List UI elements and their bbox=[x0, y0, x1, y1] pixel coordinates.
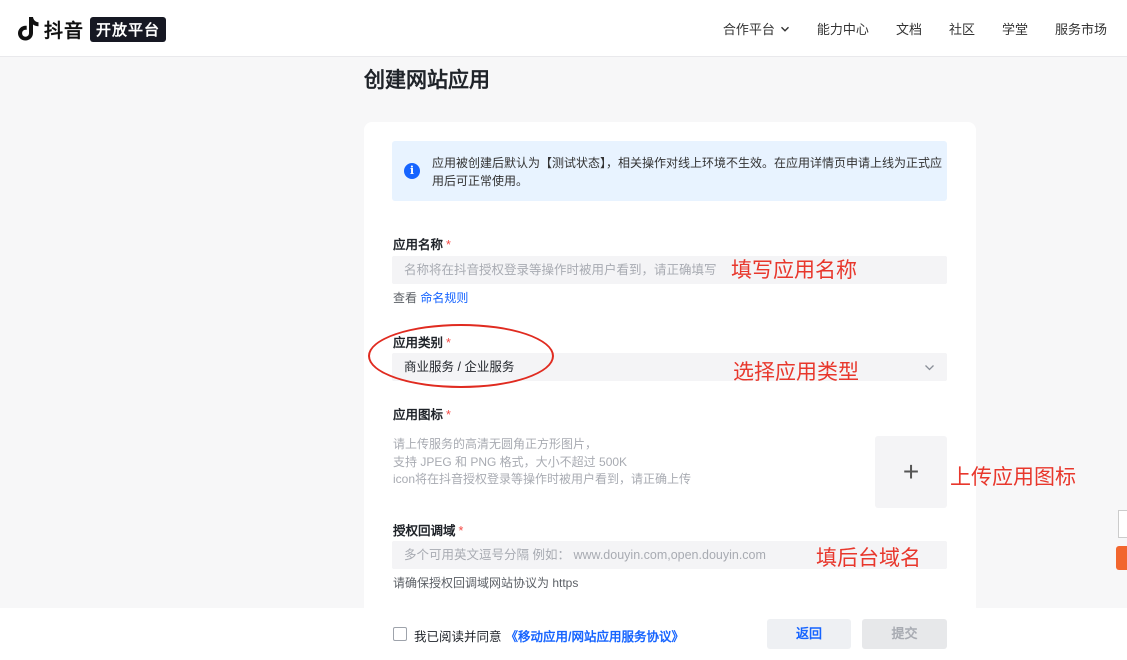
nav-item-service-market[interactable]: 服务市场 bbox=[1055, 19, 1107, 38]
agreement-text: 我已阅读并同意 《移动应用/网站应用服务协议》 bbox=[414, 626, 684, 645]
nav-item-label: 合作平台 bbox=[722, 22, 775, 37]
highlight-ellipse bbox=[368, 324, 554, 388]
callback-domain-label: 授权回调域 * bbox=[393, 520, 463, 539]
app-icon-label-text: 应用图标 bbox=[393, 408, 444, 422]
naming-rules-link[interactable]: 命名规则 bbox=[420, 291, 468, 305]
app-icon-hint-line: 支持 JPEG 和 PNG 格式，大小不超过 500K bbox=[393, 454, 628, 469]
callback-domain-hint: 请确保授权回调域网站协议为 https bbox=[393, 576, 579, 590]
notice-text: 应用被创建后默认为【测试状态】，相关操作对线上环境不生效。在应用详情页申请上线为… bbox=[432, 156, 943, 188]
feedback-icon[interactable] bbox=[1116, 546, 1127, 570]
back-button[interactable]: 返回 bbox=[767, 619, 851, 649]
annotation-fill-domain: 填后台域名 bbox=[816, 547, 921, 570]
annotation-choose-type: 选择应用类型 bbox=[733, 361, 859, 384]
main-nav: 合作平台 能力中心 文档 社区 学堂 服务市场 bbox=[696, 0, 1107, 57]
plus-icon: + bbox=[902, 456, 920, 487]
naming-rules-hint: 查看 命名规则 bbox=[393, 289, 468, 306]
chevron-down-icon bbox=[925, 365, 934, 371]
logo-text: 抖音 bbox=[44, 20, 85, 42]
app-name-input[interactable]: 名称将在抖音授权登录等操作时被用户看到，请正确填写 bbox=[392, 256, 947, 284]
chevron-down-icon bbox=[780, 26, 789, 32]
agree-label: 我已阅读并同意 bbox=[414, 630, 502, 644]
douyin-open-platform-logo[interactable]: 抖音 开放平台 bbox=[16, 14, 167, 44]
page-title: 创建网站应用 bbox=[364, 69, 490, 92]
app-icon-hint-line: 请上传服务的高清无圆角正方形图片， bbox=[393, 437, 598, 451]
naming-rules-prefix: 查看 bbox=[393, 291, 418, 305]
app-icon-hint-line: icon将在抖音授权登录等操作时被用户看到，请正确上传 bbox=[393, 472, 692, 486]
app-name-label-text: 应用名称 bbox=[393, 238, 444, 252]
required-mark: * bbox=[446, 238, 451, 252]
nav-item-label: 文档 bbox=[895, 22, 922, 37]
nav-item-community[interactable]: 社区 bbox=[949, 19, 975, 38]
test-status-notice: i 应用被创建后默认为【测试状态】，相关操作对线上环境不生效。在应用详情页申请上… bbox=[392, 141, 947, 201]
logo-badge: 开放平台 bbox=[90, 16, 167, 42]
submit-button[interactable]: 提交 bbox=[862, 619, 947, 649]
annotation-fill-name: 填写应用名称 bbox=[731, 259, 857, 282]
nav-item-label: 学堂 bbox=[1001, 22, 1028, 37]
app-icon-hint: 请上传服务的高清无圆角正方形图片， 支持 JPEG 和 PNG 格式，大小不超过… bbox=[393, 436, 691, 489]
nav-item-label: 服务市场 bbox=[1054, 22, 1107, 37]
nav-item-label: 能力中心 bbox=[816, 22, 869, 37]
service-agreement-link[interactable]: 《移动应用/网站应用服务协议》 bbox=[506, 630, 684, 644]
nav-item-academy[interactable]: 学堂 bbox=[1002, 19, 1028, 38]
nav-item-partner-platform[interactable]: 合作平台 bbox=[723, 19, 790, 38]
agree-checkbox[interactable] bbox=[393, 627, 407, 641]
nav-item-docs[interactable]: 文档 bbox=[896, 19, 922, 38]
app-icon-label: 应用图标 * bbox=[393, 404, 451, 423]
info-icon: i bbox=[404, 163, 420, 179]
douyin-logo-icon bbox=[18, 17, 39, 41]
required-mark: * bbox=[446, 408, 451, 422]
side-widget-handle[interactable] bbox=[1118, 510, 1127, 538]
required-mark: * bbox=[458, 524, 464, 538]
icon-upload-button[interactable]: + bbox=[875, 436, 947, 508]
top-navigation-bar: 抖音 开放平台 合作平台 能力中心 文档 社区 学堂 服务市场 bbox=[0, 0, 1127, 57]
callback-domain-label-text: 授权回调域 bbox=[393, 524, 456, 538]
nav-item-capability-center[interactable]: 能力中心 bbox=[817, 19, 869, 38]
app-name-label: 应用名称 * bbox=[393, 234, 451, 253]
annotation-upload-icon: 上传应用图标 bbox=[950, 466, 1076, 489]
nav-item-label: 社区 bbox=[948, 22, 975, 37]
